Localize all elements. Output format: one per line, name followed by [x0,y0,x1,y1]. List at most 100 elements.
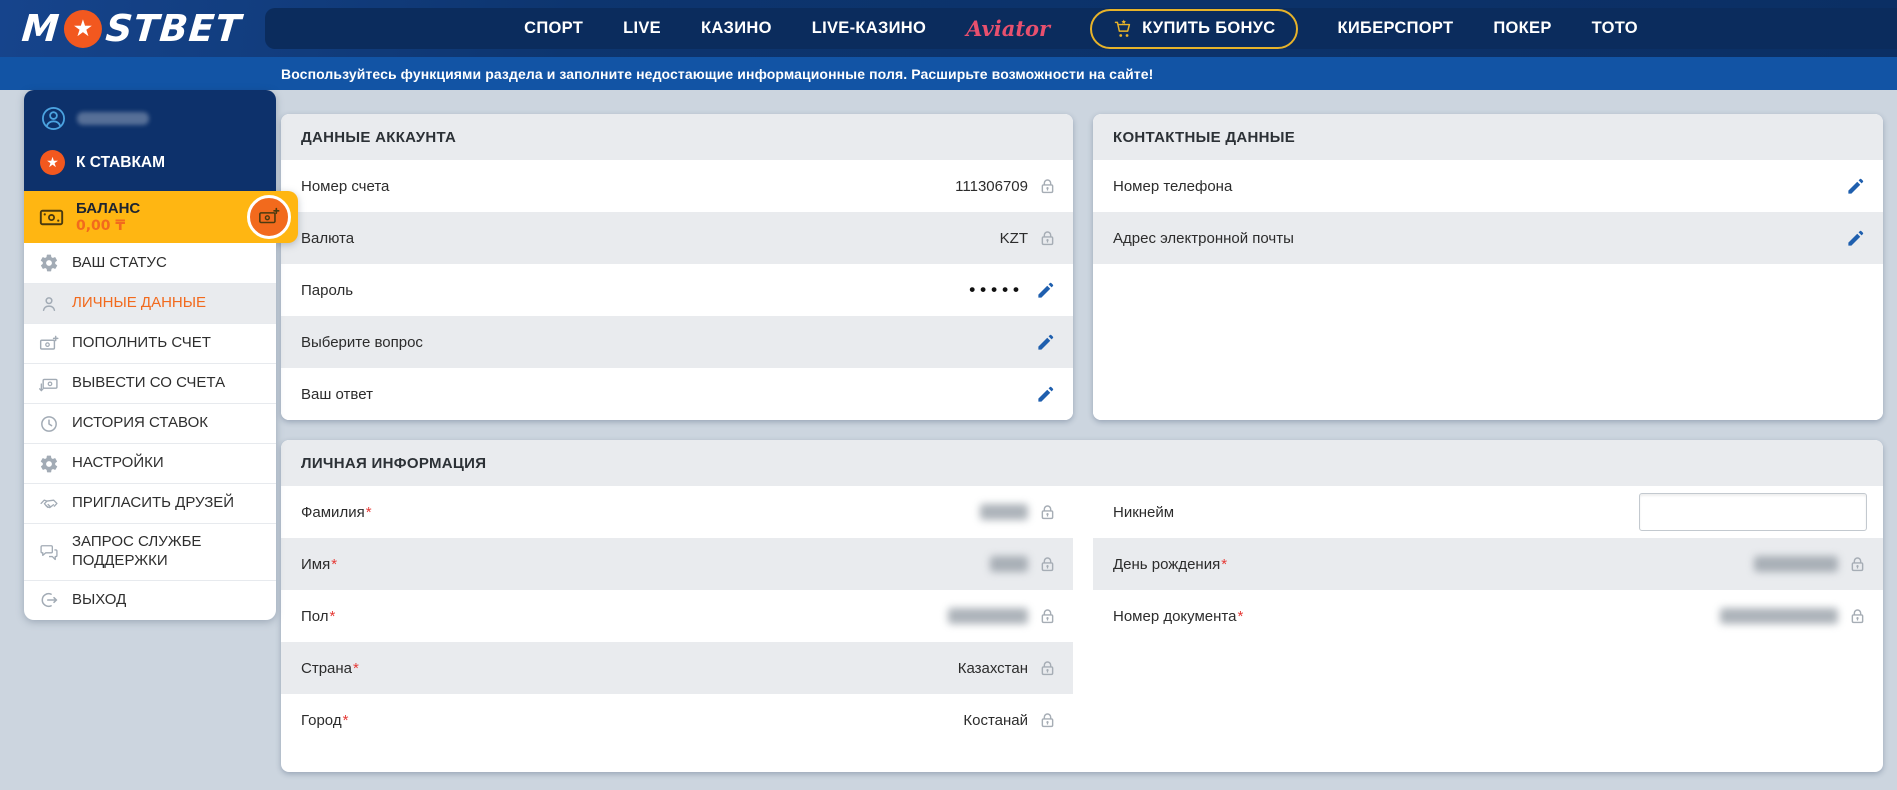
field-label: Страна [301,659,353,677]
field-label: Валюта [301,229,355,247]
account-data-panel: ДАННЫЕ АККАУНТА Номер счета 111306709 Ва… [281,114,1073,420]
buy-bonus-button[interactable]: КУПИТЬ БОНУС [1090,8,1298,49]
sidebar-item-label: ПРИГЛАСИТЬ ДРУЗЕЙ [72,494,235,512]
sidebar-menu: ВАШ СТАТУС ЛИЧНЫЕ ДАННЫЕ ПОПОЛНИТЬ СЧЕТ … [24,243,276,620]
field-label: Город [301,711,342,729]
field-label: Номер документа [1113,607,1237,625]
logout-icon [39,590,59,610]
personal-left-column: Фамилия* Имя* Пол* Страна* Казахстан Гор… [281,486,1073,746]
sidebar-item-logout[interactable]: ВЫХОД [24,579,276,620]
field-label: Номер счета [301,177,390,195]
field-label: Выберите вопрос [301,333,423,351]
field-label: Никнейм [1113,503,1175,521]
sidebar-item-label: ВЫВЕСТИ СО СЧЕТА [72,374,226,392]
edit-question-button[interactable] [1034,331,1057,354]
field-label: Имя [301,555,331,573]
sidebar-item-status[interactable]: ВАШ СТАТУС [24,243,276,283]
first-name-row: Имя* [281,538,1073,590]
sidebar-item-balance[interactable]: БАЛАНС 0,00 ₸ [24,191,298,243]
nickname-row: Никнейм [1093,486,1883,538]
country-row: Страна* Казахстан [281,642,1073,694]
sidebar-header: ★ К СТАВКАМ [24,90,276,191]
gear-icon [39,454,59,474]
city-row: Город* Костанай [281,694,1073,746]
field-label: Пароль [301,281,354,299]
pencil-icon [1036,281,1055,300]
redacted-value [1754,556,1838,572]
star-icon: ★ [40,150,65,175]
redacted-value [948,608,1028,624]
edit-phone-button[interactable] [1844,175,1867,198]
field-value: Казахстан [957,659,1028,677]
nav-toto[interactable]: ТОТО [1592,19,1638,38]
brand-logo[interactable]: M ★ STBET [20,7,243,50]
email-row: Адрес электронной почты [1093,212,1883,264]
required-asterisk: * [365,503,372,521]
banknote-icon [38,204,65,231]
pencil-icon [1036,385,1055,404]
field-label: День рождения [1113,555,1221,573]
nav-aviator[interactable]: Aviator [966,16,1050,41]
sidebar-item-label: ВЫХОД [72,590,127,608]
person-icon [39,294,59,314]
lock-icon [1038,177,1057,196]
user-profile[interactable] [38,103,262,144]
field-label: Фамилия [301,503,365,521]
nav-sport[interactable]: СПОРТ [524,19,583,38]
nav-live-casino[interactable]: LIVE-КАЗИНО [812,19,926,38]
sidebar-item-deposit[interactable]: ПОПОЛНИТЬ СЧЕТ [24,323,276,363]
sidebar-item-personal-data[interactable]: ЛИЧНЫЕ ДАННЫЕ [24,283,276,323]
lock-icon [1038,659,1057,678]
pencil-icon [1846,229,1865,248]
field-label: Номер телефона [1113,177,1233,195]
sidebar-item-label: ВАШ СТАТУС [72,253,167,271]
lock-icon [1038,607,1057,626]
account-sidebar: ★ К СТАВКАМ БАЛАНС 0,00 ₸ ВАШ СТАТУС ЛИЧ… [24,90,298,620]
personal-right-column: Никнейм День рождения* Номер документа* [1093,486,1883,746]
panel-title: КОНТАКТНЫЕ ДАННЫЕ [1093,114,1883,160]
buy-bonus-label: КУПИТЬ БОНУС [1142,19,1276,37]
nav-live[interactable]: LIVE [623,19,661,38]
required-asterisk: * [329,607,336,625]
balance-label: БАЛАНС [76,200,141,218]
lock-icon [1848,607,1867,626]
star-glyph: ★ [72,15,94,42]
field-value: 111306709 [955,177,1028,195]
quick-deposit-button[interactable] [247,195,291,239]
sidebar-item-label: ЗАПРОС СЛУЖБЕ ПОДДЕРЖКИ [72,533,202,569]
lock-icon [1038,711,1057,730]
star-glyph: ★ [46,154,59,171]
deposit-icon [39,334,59,354]
withdraw-icon [39,374,59,394]
pencil-icon [1846,177,1865,196]
sidebar-item-settings[interactable]: НАСТРОЙКИ [24,443,276,483]
edit-answer-button[interactable] [1034,383,1057,406]
edit-password-button[interactable] [1034,279,1057,302]
clock-icon [39,414,59,434]
required-asterisk: * [1221,555,1228,573]
sidebar-item-bet-history[interactable]: ИСТОРИЯ СТАВОК [24,403,276,443]
panel-title: ЛИЧНАЯ ИНФОРМАЦИЯ [281,440,1883,486]
required-asterisk: * [342,711,349,729]
required-asterisk: * [353,659,359,677]
username-redacted [77,112,149,125]
sidebar-item-withdraw[interactable]: ВЫВЕСТИ СО СЧЕТА [24,363,276,403]
contact-data-panel: КОНТАКТНЫЕ ДАННЫЕ Номер телефона Адрес э… [1093,114,1883,420]
nav-poker[interactable]: ПОКЕР [1493,19,1551,38]
password-masked-value: ••••• [969,280,1024,299]
phone-row: Номер телефона [1093,160,1883,212]
lock-icon [1038,503,1057,522]
logo-text-prefix: M [20,7,62,50]
redacted-value [1720,608,1838,624]
nav-casino[interactable]: КАЗИНО [701,19,772,38]
redacted-value [980,504,1028,520]
nav-cybersport[interactable]: КИБЕРСПОРТ [1338,19,1454,38]
redacted-value [990,556,1028,572]
edit-email-button[interactable] [1844,227,1867,250]
field-label: Адрес электронной почты [1113,229,1294,247]
nickname-input[interactable] [1639,493,1867,531]
sidebar-item-support-request[interactable]: ЗАПРОС СЛУЖБЕ ПОДДЕРЖКИ [24,523,276,580]
sidebar-item-to-bets[interactable]: ★ К СТАВКАМ [38,144,262,187]
security-question-row: Выберите вопрос [281,316,1073,368]
sidebar-item-invite-friends[interactable]: ПРИГЛАСИТЬ ДРУЗЕЙ [24,483,276,523]
